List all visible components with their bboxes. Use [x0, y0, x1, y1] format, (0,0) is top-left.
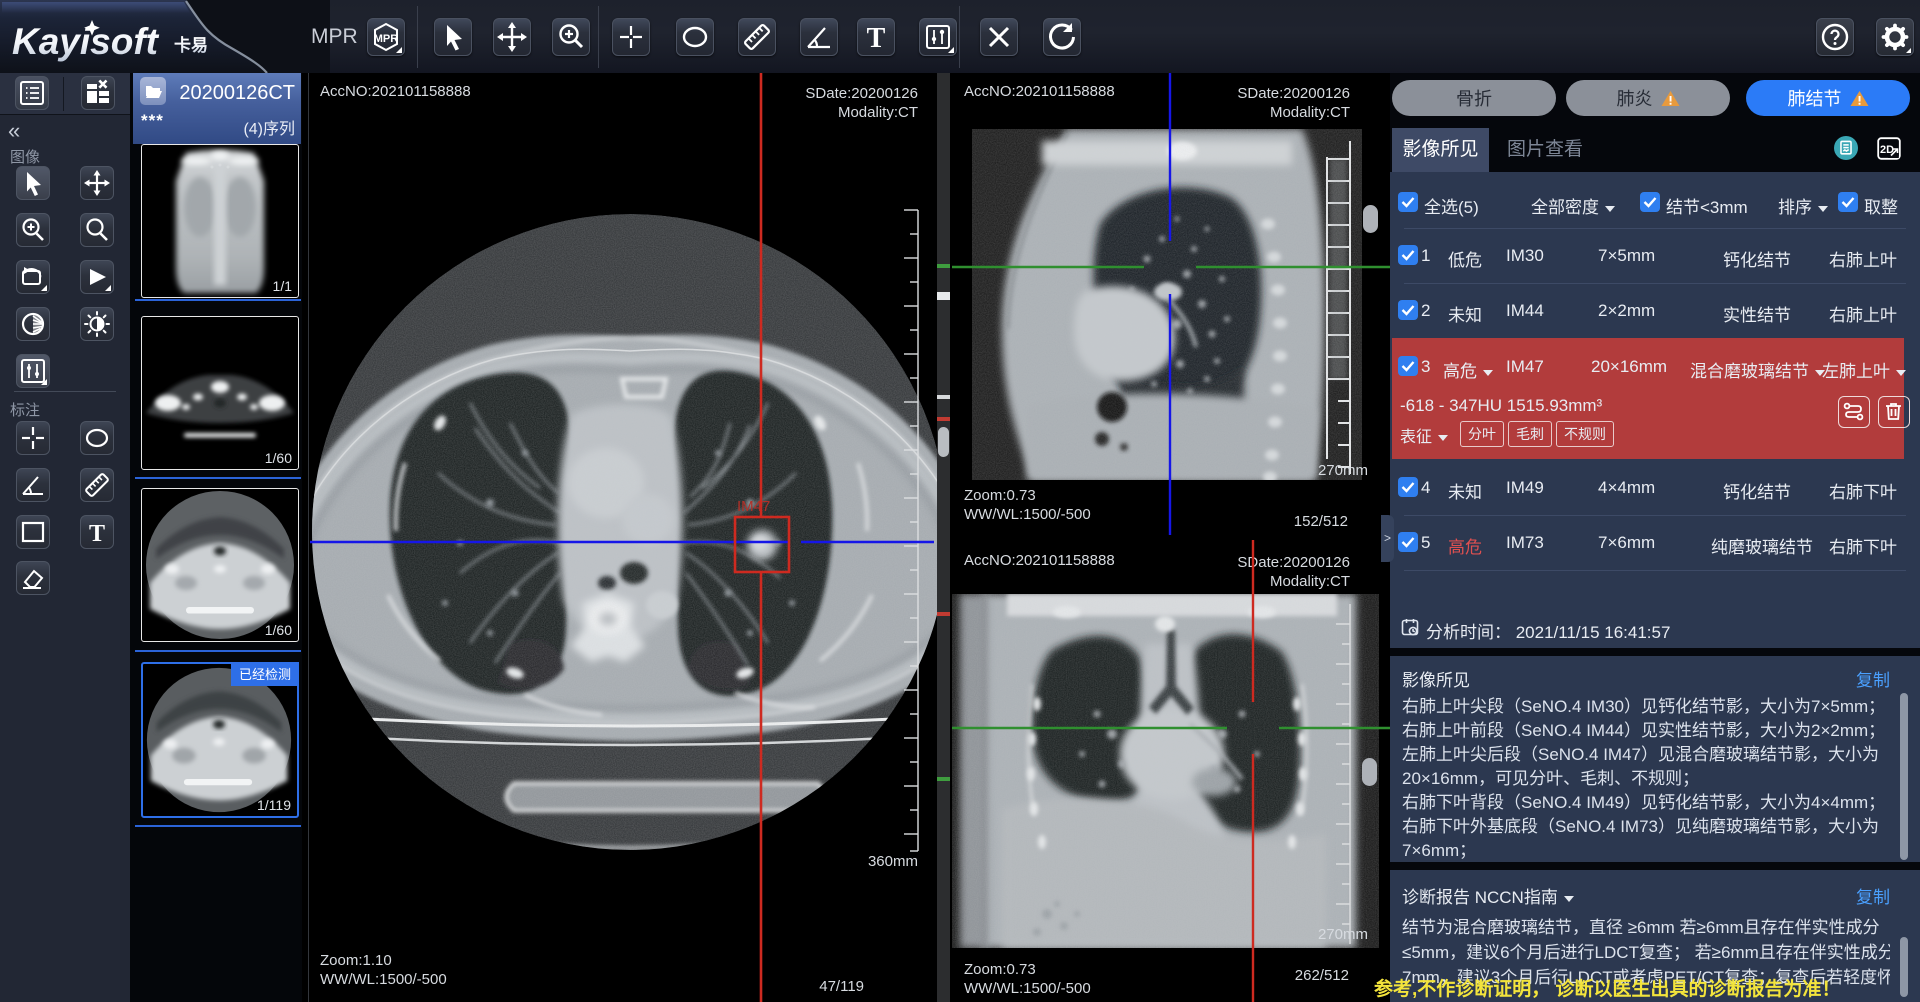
svg-text:T: T [89, 521, 105, 547]
svg-text:IM47: IM47 [737, 498, 770, 515]
svg-text:卡易: 卡易 [174, 35, 208, 55]
svg-text:T: T [867, 23, 886, 54]
svg-text:MPR: MPR [374, 33, 399, 45]
